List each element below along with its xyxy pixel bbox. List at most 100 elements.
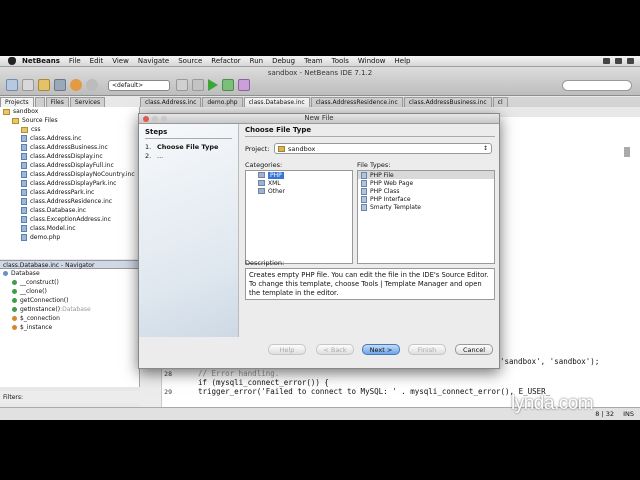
menu-refactor[interactable]: Refactor	[211, 57, 240, 65]
menu-file[interactable]: File	[69, 57, 81, 65]
editor-tab[interactable]: class.AddressResidence.inc	[310, 97, 403, 107]
editor-tab[interactable]: class.Database.inc	[243, 97, 310, 107]
volume-icon[interactable]	[615, 58, 622, 64]
editor-tab[interactable]: demo.php	[202, 97, 243, 107]
tree-item[interactable]: class.AddressDisplayPark.inc	[0, 179, 139, 188]
menu-run[interactable]: Run	[250, 57, 263, 65]
category-item[interactable]: Other	[246, 187, 352, 195]
menu-tools[interactable]: Tools	[332, 57, 349, 65]
step-item: 1. Choose File Type	[145, 143, 232, 151]
navigator-item-label: $_connection	[20, 315, 60, 322]
tab-files[interactable]: Files	[45, 97, 69, 107]
navigator-item[interactable]: __construct()	[0, 278, 139, 287]
undo-icon[interactable]	[70, 79, 82, 91]
menu-window[interactable]: Window	[358, 57, 386, 65]
category-item[interactable]: XML	[246, 179, 352, 187]
tree-item[interactable]: sandbox	[0, 107, 139, 116]
navigator-item[interactable]: $_connection	[0, 314, 139, 323]
save-all-icon[interactable]	[54, 79, 66, 91]
redo-icon[interactable]	[86, 79, 98, 91]
new-project-icon[interactable]	[6, 79, 18, 91]
tree-item-label: Source Files	[22, 117, 58, 124]
close-icon[interactable]	[143, 116, 149, 122]
tree-item[interactable]: class.AddressPark.inc	[0, 188, 139, 197]
search-input[interactable]	[562, 80, 632, 91]
profile-icon[interactable]	[238, 79, 250, 91]
build-icon[interactable]	[176, 79, 188, 91]
back-button[interactable]: < Back	[316, 344, 354, 355]
battery-icon[interactable]	[627, 58, 634, 64]
tree-item-label: class.AddressDisplayNoCountry.inc	[30, 171, 135, 178]
method-icon	[12, 289, 17, 294]
navigator-item[interactable]: getInstance():Database	[0, 305, 139, 314]
minimize-icon[interactable]	[152, 116, 158, 122]
finish-button[interactable]: Finish	[408, 344, 446, 355]
clean-build-icon[interactable]	[192, 79, 204, 91]
next-button[interactable]: Next >	[362, 344, 400, 355]
filetype-label: PHP Web Page	[370, 179, 414, 187]
menu-navigate[interactable]: Navigate	[138, 57, 169, 65]
help-button[interactable]: Help	[268, 344, 306, 355]
navigator-item-label: getConnection()	[20, 297, 69, 304]
apple-icon[interactable]	[8, 57, 16, 65]
run-icon[interactable]	[208, 79, 218, 91]
tree-item[interactable]: class.AddressBusiness.inc	[0, 143, 139, 152]
code-line[interactable]: 'sandbox', 'sandbox');	[500, 357, 599, 366]
tab-services[interactable]: Services	[69, 97, 106, 107]
tree-item[interactable]: Source Files	[0, 116, 139, 125]
tree-item[interactable]: class.Model.inc	[0, 224, 139, 233]
navigator-item[interactable]: __clone()	[0, 287, 139, 296]
code-line[interactable]: trigger_error('Failed to connect to MySQ…	[198, 387, 550, 396]
navigator-item[interactable]: $_instance	[0, 323, 139, 332]
tree-item[interactable]: class.AddressDisplay.inc	[0, 152, 139, 161]
tree-item[interactable]: class.Database.inc	[0, 206, 139, 215]
filetypes-list[interactable]: PHP File PHP Web Page PHP Class PHP Interfa…	[357, 170, 495, 264]
tree-item[interactable]: class.ExceptionAddress.inc	[0, 215, 139, 224]
tree-item[interactable]: class.Address.inc	[0, 134, 139, 143]
code-line[interactable]: // Error handling.	[198, 369, 279, 378]
project-select[interactable]: sandbox ↕	[274, 143, 492, 154]
menu-source[interactable]: Source	[178, 57, 202, 65]
debug-icon[interactable]	[222, 79, 234, 91]
navigator-item[interactable]: getConnection()	[0, 296, 139, 305]
categories-list[interactable]: PHP XML Other	[245, 170, 353, 264]
category-item[interactable]: PHP	[246, 171, 352, 179]
wifi-icon[interactable]	[603, 58, 610, 64]
filetype-item[interactable]: PHP Web Page	[358, 179, 494, 187]
tree-item[interactable]: class.AddressDisplayFull.inc	[0, 161, 139, 170]
categories-label: Categories:	[245, 161, 283, 169]
tree-item[interactable]: css	[0, 125, 139, 134]
filetype-item[interactable]: Smarty Template	[358, 203, 494, 211]
menu-team[interactable]: Team	[304, 57, 323, 65]
code-line[interactable]: if (mysqli_connect_error()) {	[198, 378, 329, 387]
open-project-icon[interactable]	[38, 79, 50, 91]
dialog-titlebar: New File	[139, 114, 499, 124]
minimize-panel-icon[interactable]	[34, 97, 45, 107]
menu-app-name[interactable]: NetBeans	[22, 57, 60, 65]
menu-view[interactable]: View	[112, 57, 129, 65]
tree-item-label: class.AddressResidence.inc	[30, 198, 113, 205]
filetype-item[interactable]: PHP Class	[358, 187, 494, 195]
navigator-item[interactable]: Database	[0, 269, 139, 278]
filetype-item[interactable]: PHP Interface	[358, 195, 494, 203]
tree-item[interactable]: class.AddressResidence.inc	[0, 197, 139, 206]
tab-projects[interactable]: Projects	[0, 97, 34, 107]
menu-bar: NetBeans File Edit View Navigate Source …	[0, 56, 640, 67]
step-item: 2. ...	[145, 152, 232, 160]
tree-item[interactable]: class.AddressDisplayNoCountry.inc	[0, 170, 139, 179]
editor-scrollbar[interactable]	[624, 147, 630, 157]
menu-debug[interactable]: Debug	[272, 57, 295, 65]
filetype-label: PHP Interface	[370, 195, 411, 203]
editor-tab[interactable]: class.AddressBusiness.inc	[403, 97, 492, 107]
new-file-icon[interactable]	[22, 79, 34, 91]
editor-tab[interactable]: class.Address.inc	[140, 97, 202, 107]
config-combo[interactable]: <default>	[108, 79, 170, 91]
cancel-button[interactable]: Cancel	[455, 344, 493, 355]
menu-edit[interactable]: Edit	[90, 57, 104, 65]
filetype-item[interactable]: PHP File	[358, 171, 494, 179]
navigator-item-label: $_instance	[20, 324, 53, 331]
tree-item[interactable]: demo.php	[0, 233, 139, 242]
zoom-icon[interactable]	[161, 116, 167, 122]
menu-help[interactable]: Help	[395, 57, 411, 65]
editor-tab[interactable]: cl	[492, 97, 508, 107]
